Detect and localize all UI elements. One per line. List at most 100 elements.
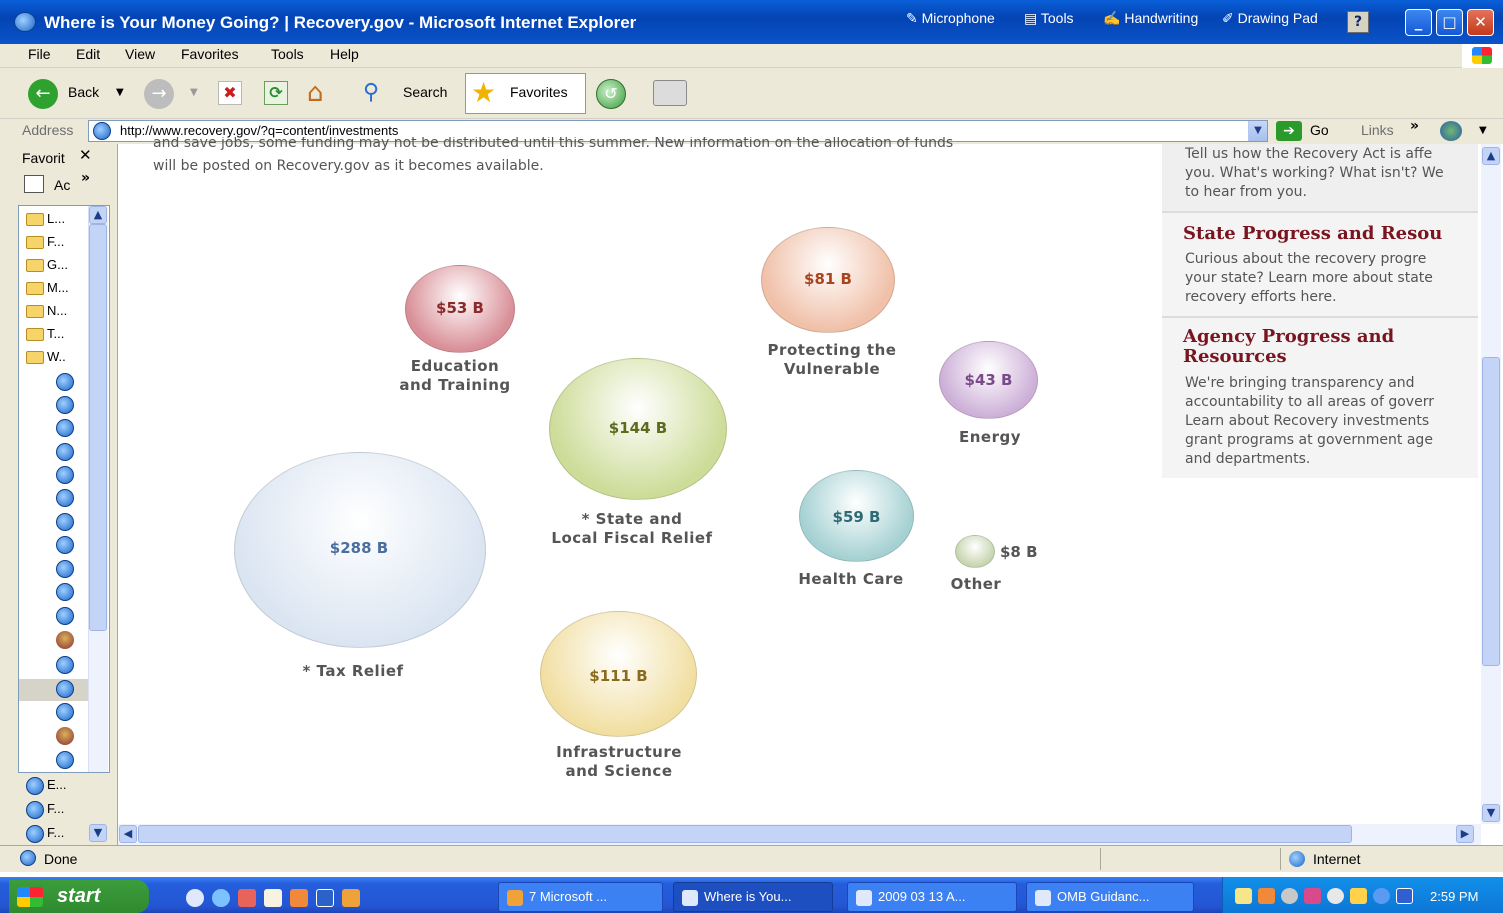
stop-icon[interactable]: ✖	[218, 81, 242, 105]
bubble-infrastructure-value: $111 B	[589, 667, 648, 685]
menu-favorites[interactable]: Favorites	[181, 46, 239, 62]
quicklaunch-mail-icon[interactable]	[264, 889, 282, 907]
quicklaunch-word-icon[interactable]	[316, 889, 334, 907]
favorite-page-icon[interactable]	[56, 536, 74, 554]
messenger-icon[interactable]	[1440, 121, 1462, 141]
sidebar-folder[interactable]: N...	[26, 299, 67, 322]
refresh-icon[interactable]: ⟳	[264, 81, 288, 105]
favorite-page-icon[interactable]	[56, 513, 74, 531]
quicklaunch-ie-icon[interactable]	[186, 889, 204, 907]
us-seal-icon[interactable]	[56, 631, 74, 649]
search-icon[interactable]: ⚲	[363, 79, 393, 107]
tray-network-icon[interactable]	[1281, 888, 1298, 904]
handwriting-button[interactable]: ✍ Handwriting	[1103, 10, 1198, 27]
links-chevron-icon[interactable]: »	[1410, 118, 1419, 134]
favorite-page-icon[interactable]	[56, 396, 74, 414]
tools-button[interactable]: ▤ Tools	[1024, 10, 1074, 27]
go-arrow-icon[interactable]: ➔	[1276, 121, 1302, 141]
tray-outlook-icon[interactable]	[1258, 888, 1275, 904]
history-icon[interactable]: ↺	[596, 79, 626, 109]
taskbar-button[interactable]: 7 Microsoft ...	[498, 882, 663, 912]
favorite-page-icon[interactable]	[56, 466, 74, 484]
sidebar-close-icon[interactable]: ✕	[79, 146, 92, 164]
address-url[interactable]: http://www.recovery.gov/?q=content/inves…	[120, 123, 398, 138]
agency-progress-title[interactable]: Agency Progress and Resources	[1183, 327, 1394, 367]
sidebar-item[interactable]: F...	[26, 821, 64, 844]
sidebar-folder[interactable]: T...	[26, 322, 64, 345]
tray-wave-icon[interactable]	[1396, 888, 1413, 904]
ie-app-icon[interactable]	[14, 12, 36, 32]
menu-help[interactable]: Help	[330, 46, 359, 62]
minimize-button[interactable]: _	[1405, 9, 1432, 36]
drawing-pad-button[interactable]: ✐ Drawing Pad	[1222, 10, 1318, 27]
favorite-page-icon[interactable]	[56, 419, 74, 437]
page-scroll-up-icon[interactable]: ▲	[1482, 147, 1500, 165]
forward-arrow-icon[interactable]: →	[144, 79, 174, 109]
sidebar-scroll-down-icon[interactable]: ▼	[89, 824, 107, 842]
tray-messenger-icon[interactable]	[1373, 888, 1390, 904]
sidebar-folder[interactable]: M...	[26, 276, 69, 299]
maximize-button[interactable]: □	[1436, 9, 1463, 36]
quicklaunch-acrobat-icon[interactable]	[238, 889, 256, 907]
print-icon[interactable]	[653, 80, 687, 106]
page-vertical-scroll-thumb[interactable]	[1482, 357, 1500, 666]
links-button[interactable]: Links	[1361, 122, 1394, 138]
favorite-page-icon[interactable]	[56, 703, 74, 721]
sidebar-scroll-thumb[interactable]	[89, 224, 107, 631]
tray-volume-icon[interactable]	[1327, 888, 1344, 904]
favorite-page-icon[interactable]	[56, 489, 74, 507]
tray-mail-icon[interactable]	[1235, 888, 1252, 904]
menu-edit[interactable]: Edit	[76, 46, 100, 62]
bubble-other[interactable]	[955, 535, 995, 568]
favorite-page-icon[interactable]	[56, 751, 74, 769]
taskbar-button[interactable]: 2009 03 13 A...	[847, 882, 1017, 912]
taskbar-button[interactable]: OMB Guidanc...	[1026, 882, 1194, 912]
search-button[interactable]: Search	[403, 84, 447, 100]
favorite-page-icon[interactable]	[56, 560, 74, 578]
favorite-page-icon[interactable]	[56, 680, 74, 698]
toolbar-dropdown-icon[interactable]: ▼	[1479, 125, 1487, 136]
favorite-page-icon[interactable]	[56, 373, 74, 391]
forward-dropdown-icon[interactable]: ▼	[190, 87, 198, 98]
go-button[interactable]: Go	[1310, 122, 1329, 138]
sidebar-add-button[interactable]: Ac	[54, 177, 70, 193]
state-progress-title[interactable]: State Progress and Resou	[1183, 223, 1478, 244]
sidebar-folder[interactable]: F...	[26, 230, 64, 253]
home-icon[interactable]: ⌂	[307, 79, 339, 107]
menu-tools[interactable]: Tools	[271, 46, 304, 62]
quicklaunch-browser-icon[interactable]	[212, 889, 230, 907]
add-favorite-icon[interactable]	[24, 175, 44, 193]
taskbar-button-active[interactable]: Where is You...	[673, 882, 833, 912]
page-scroll-down-icon[interactable]: ▼	[1482, 804, 1500, 822]
microphone-button[interactable]: ✎ Microphone	[906, 10, 995, 27]
quicklaunch-powerpoint-icon[interactable]	[342, 889, 360, 907]
back-button[interactable]: Back	[68, 84, 99, 100]
sidebar-scroll-up-icon[interactable]: ▲	[89, 206, 107, 224]
open-folder-icon	[26, 351, 44, 365]
back-arrow-icon[interactable]: ←	[28, 79, 58, 109]
page-scroll-right-icon[interactable]: ▶	[1456, 825, 1474, 843]
sidebar-chevron-icon[interactable]: »	[81, 170, 90, 186]
menu-view[interactable]: View	[125, 46, 155, 62]
help-button[interactable]: ?	[1347, 11, 1369, 33]
page-scroll-left-icon[interactable]: ◀	[119, 825, 137, 843]
favorite-page-icon[interactable]	[56, 656, 74, 674]
sidebar-item[interactable]: E...	[26, 773, 67, 796]
tray-security-icon[interactable]	[1350, 888, 1367, 904]
quicklaunch-outlook-icon[interactable]	[290, 889, 308, 907]
page-horizontal-scroll-thumb[interactable]	[138, 825, 1352, 843]
tray-app-icon[interactable]	[1304, 888, 1321, 904]
feedback-text[interactable]: Tell us how the Recovery Act is affe you…	[1185, 145, 1478, 202]
back-dropdown-icon[interactable]: ▼	[116, 87, 124, 98]
sidebar-item[interactable]: F...	[26, 797, 64, 820]
sidebar-folder-open[interactable]: W..	[26, 345, 66, 368]
address-dropdown-icon[interactable]: ▼	[1248, 121, 1267, 141]
favorite-page-icon[interactable]	[56, 607, 74, 625]
menu-file[interactable]: File	[28, 46, 51, 62]
favorite-page-icon[interactable]	[56, 583, 74, 601]
us-seal-icon[interactable]	[56, 727, 74, 745]
close-button[interactable]: ✕	[1467, 9, 1494, 36]
sidebar-folder[interactable]: G...	[26, 253, 68, 276]
sidebar-folder[interactable]: L...	[26, 207, 65, 230]
favorite-page-icon[interactable]	[56, 443, 74, 461]
